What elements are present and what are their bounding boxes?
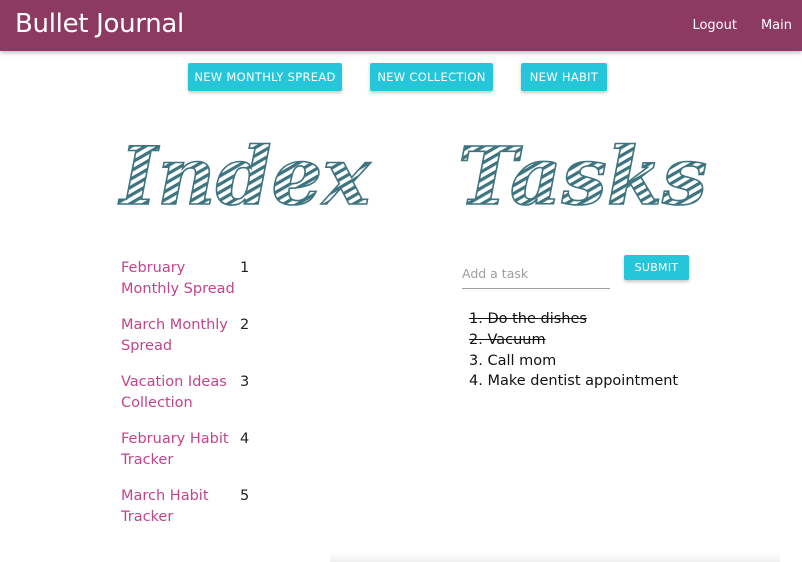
app-brand[interactable]: Bullet Journal bbox=[15, 9, 184, 39]
new-collection-button[interactable]: NEW COLLECTION bbox=[370, 63, 493, 91]
index-heading: Index Index bbox=[117, 128, 372, 224]
bottom-panel-shadow bbox=[330, 552, 780, 562]
index-entry-link[interactable]: March Monthly Spread bbox=[121, 315, 240, 356]
nav-links: Logout Main bbox=[692, 18, 792, 33]
add-task-input[interactable] bbox=[462, 259, 610, 289]
index-row: Vacation Ideas Collection 3 bbox=[121, 372, 261, 413]
index-row: February Habit Tracker 4 bbox=[121, 429, 261, 470]
index-page-number: 3 bbox=[240, 374, 250, 390]
main-link[interactable]: Main bbox=[761, 18, 792, 33]
index-entry-link[interactable]: February Habit Tracker bbox=[121, 429, 240, 470]
index-row: March Habit Tracker 5 bbox=[121, 486, 261, 527]
logout-link[interactable]: Logout bbox=[692, 18, 737, 33]
index-row: March Monthly Spread 2 bbox=[121, 315, 261, 356]
index-heading-outline: Index bbox=[118, 129, 371, 223]
index-list: February Monthly Spread 1 March Monthly … bbox=[121, 258, 261, 543]
new-monthly-spread-button[interactable]: NEW MONTHLY SPREAD bbox=[188, 63, 342, 91]
new-habit-button[interactable]: NEW HABIT bbox=[521, 63, 607, 91]
index-page-number: 5 bbox=[240, 488, 250, 504]
submit-task-button[interactable]: SUBMIT bbox=[624, 255, 689, 280]
index-entry-link[interactable]: March Habit Tracker bbox=[121, 486, 240, 527]
index-page-number: 1 bbox=[240, 260, 250, 276]
task-item[interactable]: 3. Call mom bbox=[469, 351, 678, 372]
index-entry-link[interactable]: Vacation Ideas Collection bbox=[121, 372, 240, 413]
task-item-completed[interactable]: 2. Vacuum bbox=[469, 330, 678, 351]
task-item[interactable]: 4. Make dentist appointment bbox=[469, 371, 678, 392]
tasks-heading: Tasks Tasks bbox=[457, 128, 708, 224]
top-navbar: Bullet Journal Logout Main bbox=[0, 0, 802, 51]
index-entry-link[interactable]: February Monthly Spread bbox=[121, 258, 240, 299]
index-page-number: 2 bbox=[240, 317, 250, 333]
task-list: 1. Do the dishes 2. Vacuum 3. Call mom 4… bbox=[469, 309, 678, 392]
index-page-number: 4 bbox=[240, 431, 250, 447]
task-item-completed[interactable]: 1. Do the dishes bbox=[469, 309, 678, 330]
tasks-heading-outline: Tasks bbox=[458, 129, 707, 223]
index-row: February Monthly Spread 1 bbox=[121, 258, 261, 299]
